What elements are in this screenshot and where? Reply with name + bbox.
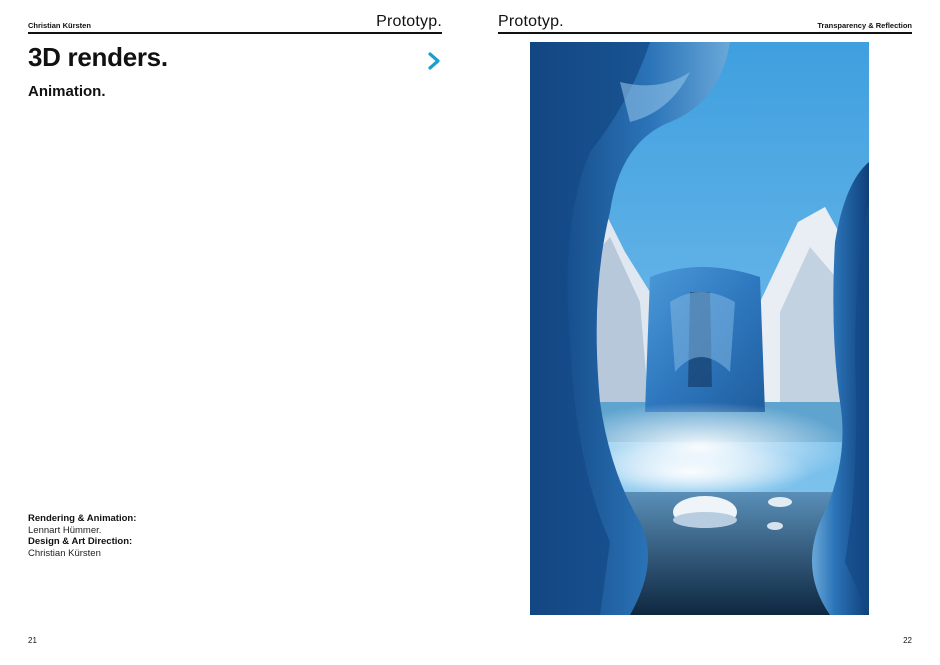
page-title: 3D renders.	[28, 42, 168, 72]
credit-label: Design & Art Direction:	[28, 536, 133, 547]
credit-value: Christian Kürsten	[28, 547, 101, 559]
credits-block: Rendering & Animation: Lennart Hümmer. D…	[28, 513, 136, 559]
page-subtitle: Animation.	[28, 83, 106, 100]
author-name: Christian Kürsten	[28, 21, 91, 30]
page-number-right: 22	[903, 636, 912, 645]
page-number-left: 21	[28, 636, 37, 645]
brand-logo-right: Prototyp.	[498, 13, 564, 30]
brand-logo-left: Prototyp.	[376, 13, 442, 30]
credit-value: Lennart Hümmer.	[28, 524, 102, 536]
header-rule-left	[28, 32, 442, 34]
header-rule-right	[498, 32, 912, 34]
section-title: Transparency & Reflection	[817, 21, 912, 30]
left-page: Christian Kürsten Prototyp. 3D renders. …	[0, 0, 470, 665]
credit-label: Rendering & Animation:	[28, 513, 137, 524]
chevron-right-icon[interactable]	[424, 51, 444, 71]
right-page: Prototyp. Transparency & Reflection 22	[470, 0, 940, 665]
ice-cave-render-image	[530, 42, 869, 615]
